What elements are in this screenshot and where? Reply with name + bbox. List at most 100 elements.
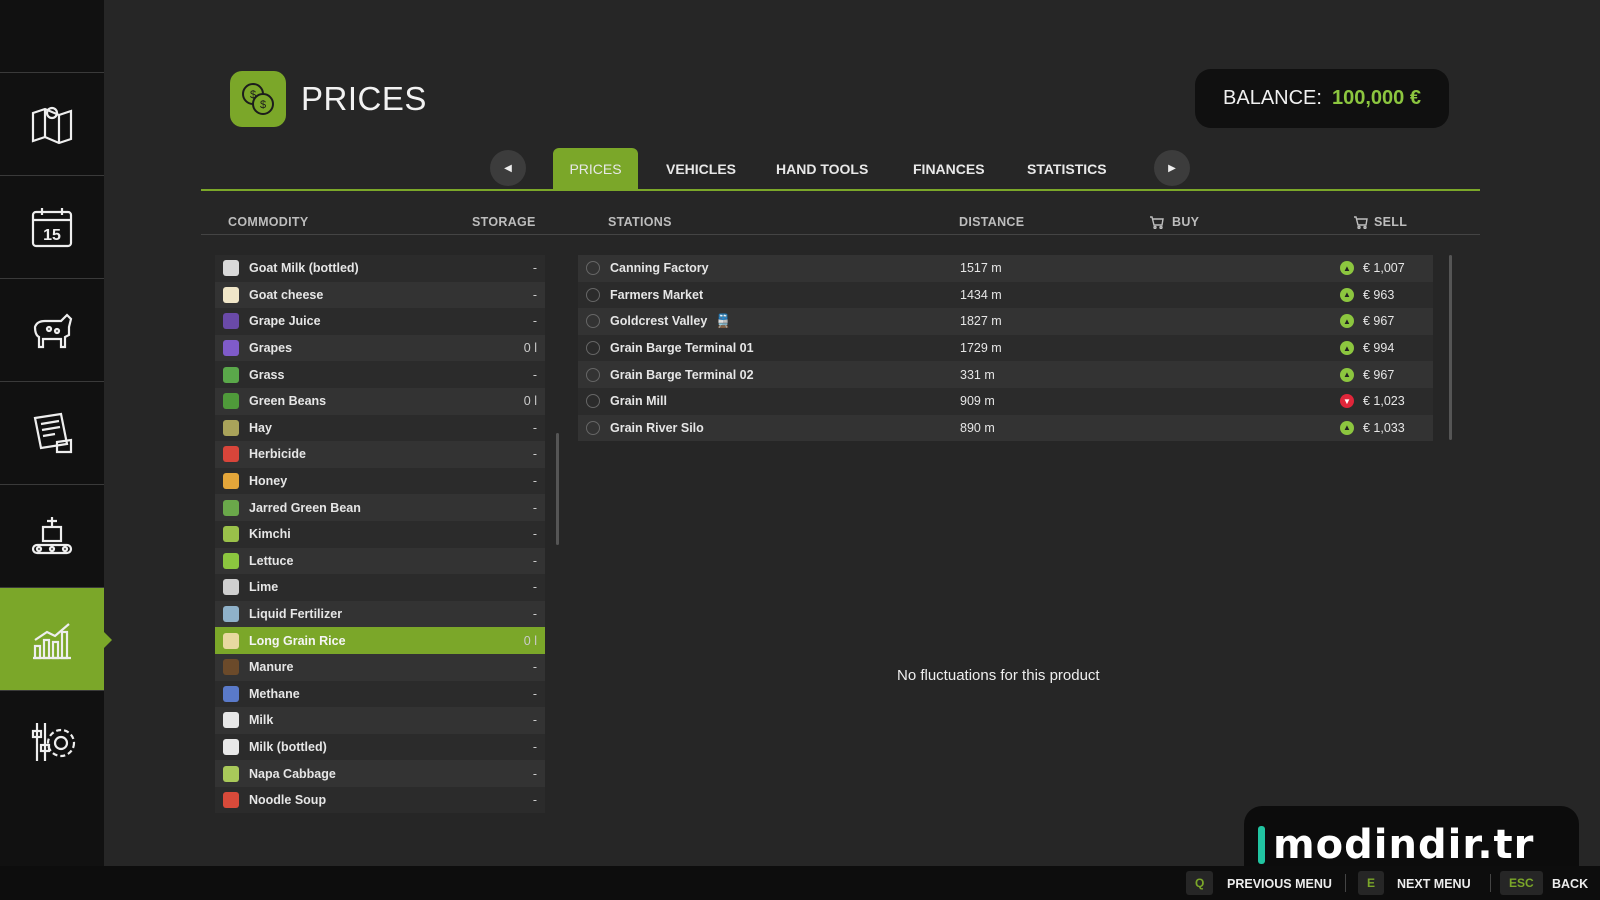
station-distance: 331 m bbox=[960, 367, 995, 382]
commodity-icon bbox=[223, 340, 239, 357]
commodity-icon bbox=[223, 260, 239, 277]
commodity-icon bbox=[223, 419, 239, 436]
key-q[interactable]: Q bbox=[1186, 871, 1214, 895]
commodity-row[interactable]: Long Grain Rice 0 l bbox=[215, 627, 545, 654]
commodity-name: Honey bbox=[249, 474, 288, 489]
station-row[interactable]: Grain Barge Terminal 01 1729 m ▲ € 994 bbox=[578, 334, 1433, 362]
trend-up-icon: ▲ bbox=[1340, 261, 1354, 276]
commodity-name: Grass bbox=[249, 367, 285, 382]
commodity-row[interactable]: Noodle Soup - bbox=[215, 786, 545, 814]
commodity-row[interactable]: Honey - bbox=[215, 467, 545, 495]
station-sell-price: € 994 bbox=[1363, 341, 1395, 356]
commodity-row[interactable]: Kimchi - bbox=[215, 520, 545, 548]
commodity-icon bbox=[223, 526, 239, 543]
commodity-row[interactable]: Hay - bbox=[215, 414, 545, 442]
svg-text:$: $ bbox=[250, 89, 256, 101]
commodity-storage: - bbox=[532, 553, 537, 568]
station-row[interactable]: Grain Barge Terminal 02 331 m ▲ € 967 bbox=[578, 361, 1433, 388]
commodity-row[interactable]: Manure - bbox=[215, 653, 545, 681]
commodity-storage: - bbox=[532, 367, 537, 382]
stations-scrollbar[interactable] bbox=[1449, 255, 1452, 440]
contracts-icon bbox=[33, 412, 73, 454]
commodity-icon bbox=[223, 313, 239, 330]
sidebar: 15 bbox=[0, 0, 112, 866]
commodity-row[interactable]: Lime - bbox=[215, 574, 545, 601]
commodity-row[interactable]: Goat Milk (bottled) - bbox=[215, 255, 545, 282]
station-row[interactable]: Grain Mill 909 m ▼ € 1,023 bbox=[578, 387, 1433, 415]
sidebar-item-animals[interactable] bbox=[0, 278, 104, 381]
commodity-row[interactable]: Milk - bbox=[215, 707, 545, 734]
sell-cart-icon bbox=[1354, 215, 1368, 229]
commodity-row[interactable]: Lettuce - bbox=[215, 547, 545, 575]
station-row[interactable]: Farmers Market 1434 m ▲ € 963 bbox=[578, 281, 1433, 309]
sidebar-item-prices[interactable] bbox=[0, 587, 112, 690]
key-e[interactable]: E bbox=[1358, 871, 1385, 895]
commodity-row[interactable]: Methane - bbox=[215, 680, 545, 708]
commodity-list-scrollbar[interactable] bbox=[556, 433, 559, 545]
commodity-row[interactable]: Grapes 0 l bbox=[215, 334, 545, 362]
trend-up-icon: ▲ bbox=[1340, 367, 1354, 382]
coins-icon: $$ bbox=[242, 83, 274, 115]
station-name: Grain Barge Terminal 01 bbox=[610, 341, 754, 356]
tab-hand-tools[interactable]: HAND TOOLS bbox=[758, 148, 886, 190]
key-esc[interactable]: ESC bbox=[1500, 871, 1543, 895]
commodity-row[interactable]: Goat cheese - bbox=[215, 281, 545, 309]
station-row[interactable]: Canning Factory 1517 m ▲ € 1,007 bbox=[578, 255, 1433, 282]
prices-chart-icon bbox=[33, 623, 71, 660]
commodity-row[interactable]: Herbicide - bbox=[215, 441, 545, 468]
tab-statistics[interactable]: STATISTICS bbox=[1009, 148, 1125, 190]
station-row[interactable]: Goldcrest Valley 🚆 1827 m ▲ € 967 bbox=[578, 308, 1433, 335]
tab-prices[interactable]: PRICES bbox=[553, 148, 638, 190]
arrow-left-icon: ◀ bbox=[504, 162, 512, 174]
commodity-name: Goat cheese bbox=[249, 287, 324, 302]
station-distance: 1729 m bbox=[960, 341, 1002, 356]
previous-tab-button[interactable]: ◀ bbox=[490, 150, 526, 186]
back-label[interactable]: BACK bbox=[1552, 877, 1588, 891]
commodity-storage: 0 l bbox=[523, 633, 537, 648]
commodity-icon bbox=[223, 792, 239, 809]
station-row[interactable]: Grain River Silo 890 m ▲ € 1,033 bbox=[578, 414, 1433, 442]
commodity-list[interactable]: Goat Milk (bottled) - Goat cheese - Grape Ju… bbox=[215, 255, 545, 833]
next-tab-button[interactable]: ▶ bbox=[1154, 150, 1190, 186]
commodity-icon bbox=[223, 499, 239, 516]
commodity-row[interactable]: Milk (bottled) - bbox=[215, 733, 545, 761]
commodity-name: Noodle Soup bbox=[249, 793, 327, 808]
commodity-icon bbox=[223, 579, 239, 596]
sell-label: SELL bbox=[1374, 215, 1408, 229]
sidebar-item-production[interactable] bbox=[0, 484, 104, 587]
commodity-name: Methane bbox=[249, 686, 300, 701]
station-name: Goldcrest Valley bbox=[610, 314, 708, 329]
tab-vehicles[interactable]: VEHICLES bbox=[648, 148, 754, 190]
active-indicator bbox=[104, 632, 112, 648]
station-distance: 1517 m bbox=[960, 261, 1002, 276]
sidebar-item-settings[interactable] bbox=[0, 690, 104, 793]
commodity-icon bbox=[223, 606, 239, 623]
sidebar-item-calendar[interactable]: 15 bbox=[0, 175, 104, 278]
next-menu-label[interactable]: NEXT MENU bbox=[1397, 877, 1471, 891]
sidebar-item-map[interactable] bbox=[0, 72, 104, 175]
commodity-name: Jarred Green Bean bbox=[249, 500, 361, 515]
previous-menu-label[interactable]: PREVIOUS MENU bbox=[1227, 877, 1332, 891]
tab-finances[interactable]: FINANCES bbox=[895, 148, 1003, 190]
commodity-name: Herbicide bbox=[249, 447, 306, 462]
sidebar-item-contracts[interactable] bbox=[0, 381, 104, 484]
watermark-text: modindir.tr bbox=[1273, 822, 1535, 868]
commodity-row[interactable]: Grape Juice - bbox=[215, 308, 545, 335]
commodity-row[interactable]: Green Beans 0 l bbox=[215, 387, 545, 415]
column-header-storage: STORAGE bbox=[472, 215, 536, 229]
commodity-name: Grape Juice bbox=[249, 314, 321, 329]
commodity-name: Milk (bottled) bbox=[249, 739, 327, 754]
bottom-bar: Q PREVIOUS MENU E NEXT MENU ESC BACK bbox=[0, 866, 1600, 900]
commodity-name: Napa Cabbage bbox=[249, 766, 336, 781]
trend-up-icon: ▲ bbox=[1340, 287, 1354, 302]
commodity-row[interactable]: Grass - bbox=[215, 361, 545, 388]
commodity-storage: - bbox=[532, 686, 537, 701]
commodity-icon bbox=[223, 366, 239, 383]
commodity-row[interactable]: Liquid Fertilizer - bbox=[215, 600, 545, 628]
commodity-row[interactable]: Napa Cabbage - bbox=[215, 760, 545, 787]
station-sell-price: € 1,023 bbox=[1363, 394, 1405, 409]
train-icon: 🚆 bbox=[715, 313, 732, 329]
commodity-row[interactable]: Jarred Green Bean - bbox=[215, 494, 545, 521]
watermark-bar bbox=[1258, 826, 1265, 864]
station-sell-price: € 963 bbox=[1363, 287, 1395, 302]
